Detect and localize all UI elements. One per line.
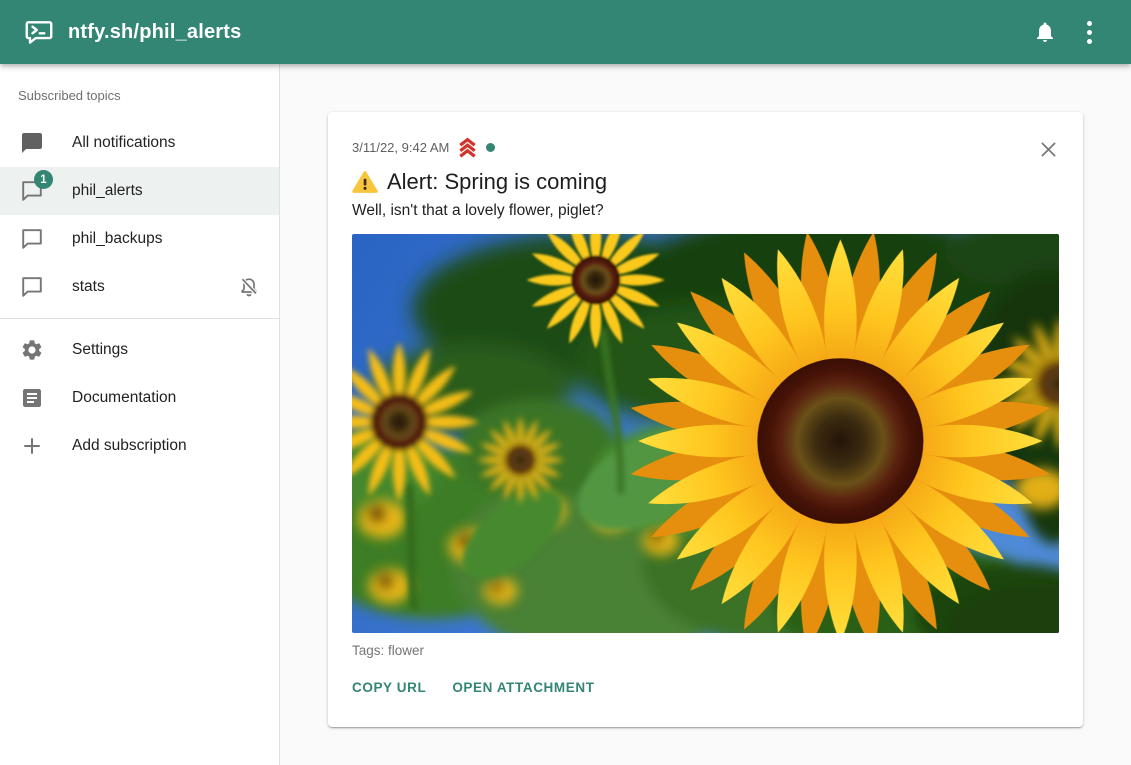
- notification-title-row: Alert: Spring is coming: [352, 169, 1059, 195]
- notification-tags: Tags: flower: [352, 643, 1059, 658]
- subscribed-topics-label: Subscribed topics: [0, 74, 279, 119]
- attachment-image[interactable]: [352, 234, 1059, 633]
- unread-count-badge: 1: [34, 170, 53, 189]
- sidebar-item-add-subscription[interactable]: Add subscription: [0, 422, 279, 470]
- bell-icon: [1033, 20, 1057, 44]
- gear-icon: [20, 338, 44, 362]
- overflow-menu-button[interactable]: [1067, 10, 1111, 54]
- unread-dot-icon: [486, 143, 495, 152]
- copy-url-button[interactable]: COPY URL: [352, 674, 426, 701]
- notification-actions: COPY URL OPEN ATTACHMENT: [352, 674, 1059, 713]
- sidebar-item-label: stats: [72, 278, 105, 296]
- open-attachment-button[interactable]: OPEN ATTACHMENT: [452, 674, 594, 701]
- sidebar-item-all-notifications[interactable]: All notifications: [0, 119, 279, 167]
- sidebar-item-settings[interactable]: Settings: [0, 326, 279, 374]
- sidebar-divider: [0, 318, 279, 319]
- warning-emoji-icon: [352, 170, 378, 194]
- plus-icon: [20, 434, 44, 458]
- sidebar-item-label: Settings: [72, 341, 128, 359]
- article-icon: [20, 386, 44, 410]
- priority-max-icon: [456, 136, 479, 159]
- chat-bubble-outline-icon: [20, 227, 44, 251]
- notification-meta-row: 3/11/22, 9:42 AM: [352, 136, 1059, 159]
- notification-card: 3/11/22, 9:42 AM: [328, 112, 1083, 727]
- sidebar-item-label: phil_alerts: [72, 182, 143, 200]
- app-title: ntfy.sh/phil_alerts: [68, 21, 241, 44]
- sidebar-item-phil-backups[interactable]: phil_backups: [0, 215, 279, 263]
- close-notification-button[interactable]: [1028, 129, 1068, 169]
- chat-bubble-outline-icon: 1: [20, 179, 44, 203]
- chat-bubble-filled-icon: [20, 131, 44, 155]
- main-content: 3/11/22, 9:42 AM: [280, 64, 1131, 765]
- sidebar-item-stats[interactable]: stats: [0, 263, 279, 311]
- chat-bubble-outline-icon: [20, 275, 44, 299]
- notifications-bell-button[interactable]: [1023, 10, 1067, 54]
- kebab-menu-icon: [1087, 21, 1092, 44]
- ntfy-logo-icon: [24, 17, 54, 47]
- sidebar-item-label: phil_backups: [72, 230, 162, 248]
- sidebar: Subscribed topics All notifications 1 ph…: [0, 64, 280, 765]
- sidebar-item-label: Documentation: [72, 389, 176, 407]
- app-bar: ntfy.sh/phil_alerts: [0, 0, 1131, 64]
- sidebar-item-label: Add subscription: [72, 437, 187, 455]
- sidebar-item-phil-alerts[interactable]: 1 phil_alerts: [0, 167, 279, 215]
- notification-timestamp: 3/11/22, 9:42 AM: [352, 140, 449, 155]
- notification-title: Alert: Spring is coming: [387, 169, 607, 195]
- notification-body: Well, isn't that a lovely flower, piglet…: [352, 202, 1059, 220]
- close-icon: [1038, 139, 1059, 160]
- sidebar-item-label: All notifications: [72, 134, 175, 152]
- sidebar-item-documentation[interactable]: Documentation: [0, 374, 279, 422]
- notifications-muted-icon: [237, 275, 261, 299]
